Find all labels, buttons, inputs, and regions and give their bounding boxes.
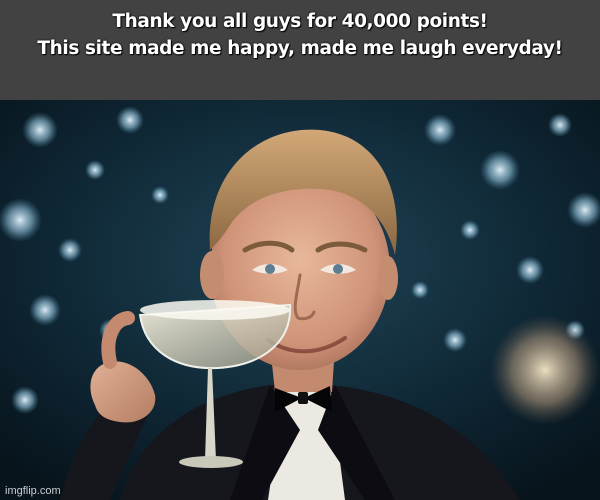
caption-bar: Thank you all guys for 40,000 points! Th… — [0, 0, 600, 100]
meme-image: Thank you all guys for 40,000 points! Th… — [0, 0, 600, 500]
toast-photo — [0, 100, 600, 500]
caption-line-1: Thank you all guys for 40,000 points! — [112, 11, 488, 32]
imgflip-watermark: imgflip.com — [5, 485, 61, 497]
caption-line-2: This site made me happy, made me laugh e… — [37, 38, 563, 59]
chandelier-glow — [490, 315, 600, 425]
